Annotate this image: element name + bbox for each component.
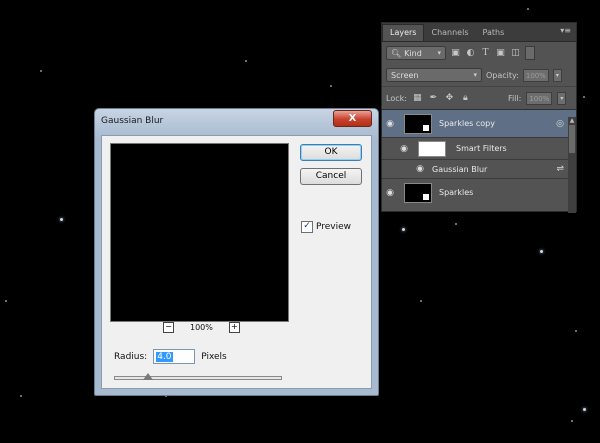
layer-gaussian-blur[interactable]: ◉ Gaussian Blur ⇌ [382, 160, 576, 179]
filter-kind-value: Kind [404, 48, 422, 58]
filter-mask-thumbnail[interactable] [418, 140, 446, 157]
preview-label: Preview [316, 222, 352, 232]
panel-tabs: Layers Channels Paths ▾≡ [382, 23, 576, 42]
layer-name: Gaussian Blur [432, 164, 488, 174]
radius-slider-thumb[interactable] [143, 373, 154, 380]
radius-row: Radius: 4.0 Pixels [114, 349, 227, 364]
radius-value: 4.0 [156, 352, 173, 362]
sparkle [455, 223, 457, 225]
lock-position-icon[interactable]: ✥ [444, 93, 455, 104]
scroll-up-icon[interactable]: ▲ [568, 117, 576, 124]
tab-paths[interactable]: Paths [476, 25, 512, 41]
sparkle [60, 218, 63, 221]
eye-icon[interactable]: ◉ [382, 188, 398, 198]
sparkle [583, 408, 586, 411]
sparkle [5, 300, 7, 302]
filter-kind-select[interactable]: 🔍︎ Kind ▾ [386, 46, 446, 60]
sparkle [420, 300, 422, 302]
dialog-body: − 100% + OK Cancel ✓ Preview Radius: 4.0… [101, 135, 372, 389]
layers-panel: Layers Channels Paths ▾≡ 🔍︎ Kind ▾ ▣ ◐ T… [381, 22, 577, 213]
preview-checkbox[interactable]: ✓ [301, 221, 313, 233]
sparkle [40, 70, 42, 72]
blend-mode-select[interactable]: Screen ▾ [386, 68, 482, 82]
blend-row: Screen ▾ Opacity: 100% ▾ [382, 64, 576, 87]
opacity-field[interactable]: 100% [522, 68, 549, 82]
sparkle [330, 85, 332, 87]
tab-layers[interactable]: Layers [382, 24, 425, 41]
lock-image-icon[interactable]: ✒ [428, 93, 439, 104]
smart-object-badge-icon [422, 123, 430, 132]
gaussian-blur-dialog: Gaussian Blur X − 100% + OK Cancel ✓ Pre… [94, 108, 379, 396]
radius-label: Radius: [114, 351, 148, 362]
fill-label: Fill: [507, 93, 522, 103]
lock-all-icon[interactable]: 🔒︎ [460, 93, 471, 104]
lock-row: Lock: ▦ ✒ ✥ 🔒︎ Fill: 100% ▾ [382, 87, 576, 110]
layer-name: Sparkles copy [439, 119, 495, 128]
panel-menu-icon[interactable]: ▾≡ [560, 26, 571, 35]
fill-field[interactable]: 100% [526, 91, 553, 105]
layer-name: Smart Filters [456, 144, 507, 153]
layer-name: Sparkles [439, 188, 474, 197]
lock-label: Lock: [386, 93, 407, 103]
close-button[interactable]: X [333, 110, 372, 127]
dialog-titlebar[interactable]: Gaussian Blur X [95, 109, 378, 135]
scrollbar-thumb[interactable] [569, 125, 575, 153]
sparkle [245, 60, 247, 62]
blend-mode-value: Screen [391, 70, 419, 80]
layer-thumbnail [404, 113, 432, 134]
adjustment-filter-icon[interactable]: ◐ [465, 48, 476, 59]
layer-smart-filters[interactable]: ◉ Smart Filters [382, 138, 576, 160]
cancel-button[interactable]: Cancel [300, 168, 362, 185]
eye-icon[interactable]: ◉ [396, 144, 412, 154]
radius-slider[interactable] [114, 373, 282, 380]
search-icon: 🔍︎ [391, 48, 402, 58]
sparkle [20, 395, 22, 397]
type-filter-icon[interactable]: T [480, 48, 491, 59]
fill-dropdown-icon[interactable]: ▾ [557, 91, 567, 105]
sparkle [571, 420, 573, 422]
sparkle [527, 8, 529, 10]
dialog-title: Gaussian Blur [101, 116, 164, 126]
image-filter-icon[interactable]: ▣ [450, 48, 461, 59]
ok-button[interactable]: OK [300, 144, 362, 161]
preview-option[interactable]: ✓ Preview [301, 221, 351, 233]
sparkle [583, 96, 585, 98]
sparkle [402, 228, 405, 231]
zoom-in-button[interactable]: + [228, 322, 240, 333]
layer-thumbnail [404, 182, 432, 203]
radius-input[interactable]: 4.0 [153, 349, 196, 364]
layer-sparkles-copy[interactable]: ◉ Sparkles copy ◎ [382, 110, 576, 138]
radius-units: Pixels [201, 351, 227, 362]
zoom-out-button[interactable]: − [163, 322, 174, 333]
lock-transparent-icon[interactable]: ▦ [412, 93, 423, 104]
filter-preview[interactable] [110, 143, 289, 322]
smart-object-filter-icon[interactable]: ◫ [510, 48, 521, 59]
opacity-dropdown-icon[interactable]: ▾ [552, 68, 562, 82]
eye-icon[interactable]: ◉ [412, 164, 428, 174]
filter-toggle[interactable] [525, 46, 535, 60]
eye-icon[interactable]: ◉ [382, 119, 398, 129]
sparkle [540, 250, 543, 253]
filter-options-icon[interactable]: ⇌ [556, 164, 564, 174]
tab-channels[interactable]: Channels [424, 25, 475, 41]
opacity-label: Opacity: [486, 70, 519, 80]
smart-filter-indicator-icon: ◎ [556, 118, 564, 129]
zoom-level: 100% [190, 323, 213, 332]
smart-object-badge-icon [422, 192, 430, 201]
chevron-down-icon: ▾ [437, 49, 441, 57]
sparkle [575, 330, 577, 332]
shape-filter-icon[interactable]: ▣ [495, 48, 506, 59]
chevron-down-icon: ▾ [473, 71, 477, 79]
layer-sparkles[interactable]: ◉ Sparkles [382, 179, 576, 206]
layers-scrollbar[interactable]: ▲ [568, 117, 576, 213]
layer-filter-row: 🔍︎ Kind ▾ ▣ ◐ T ▣ ◫ [382, 42, 576, 64]
zoom-controls: − 100% + [163, 322, 240, 333]
